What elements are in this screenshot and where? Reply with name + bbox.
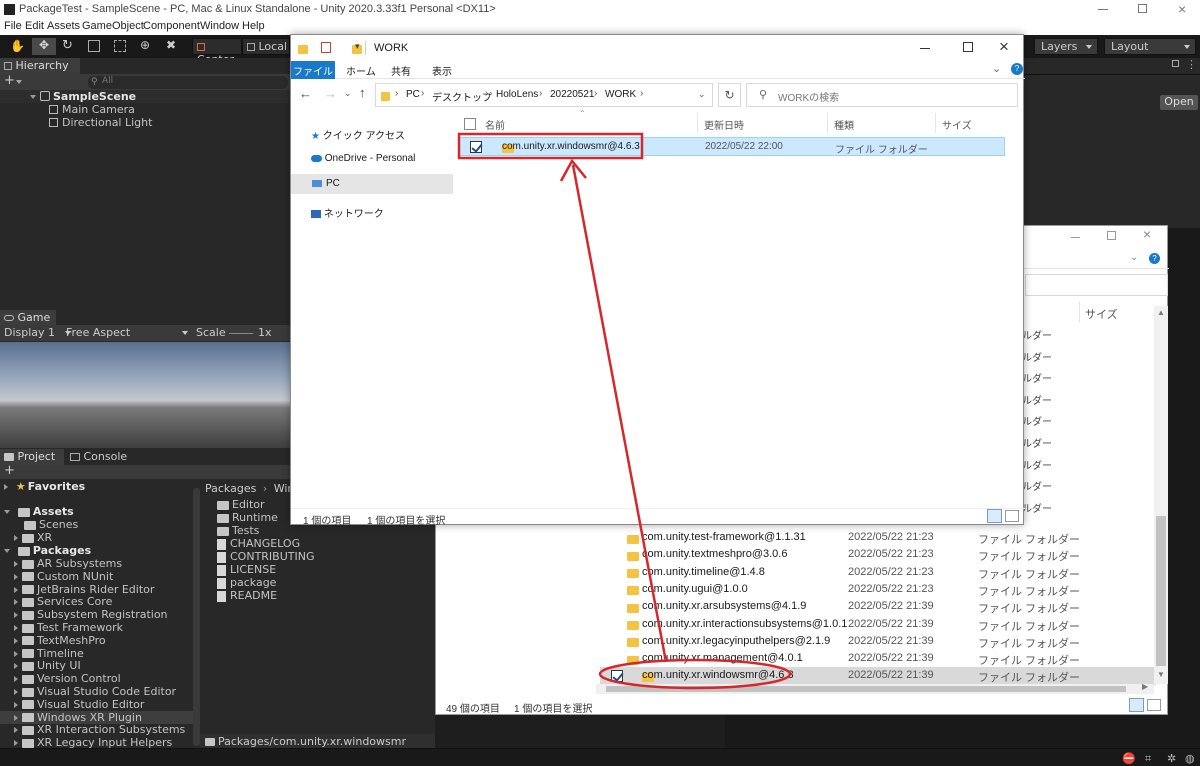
annotation-box [457, 132, 644, 160]
annotation-arrow-line [571, 164, 668, 663]
annotation-overlay [457, 132, 792, 690]
annotation-ellipse [598, 658, 792, 690]
